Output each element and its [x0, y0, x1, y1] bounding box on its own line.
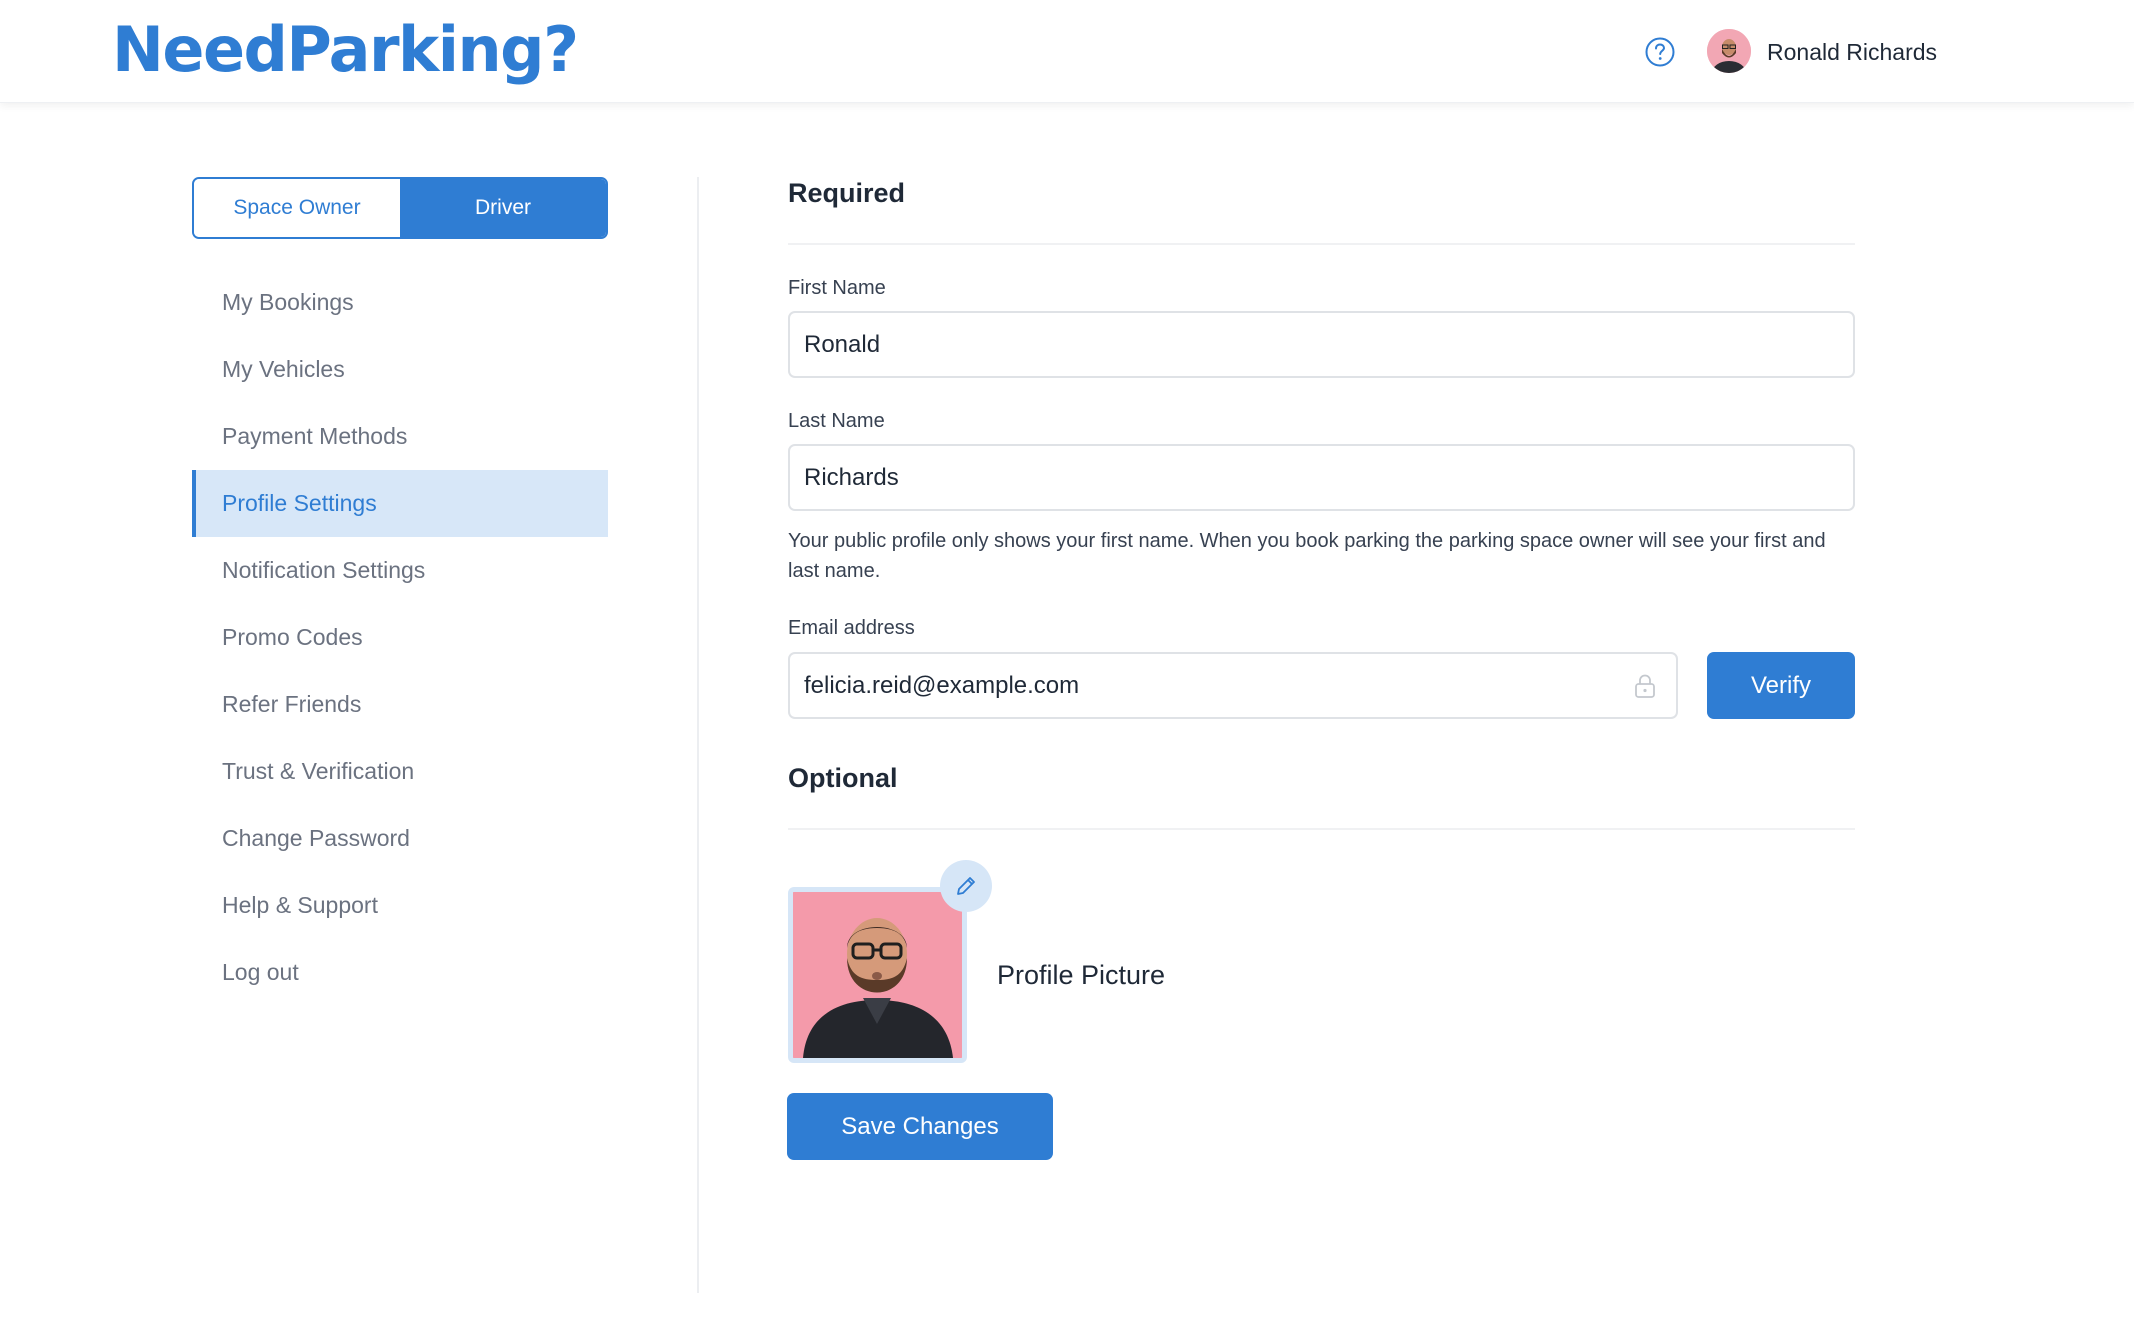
profile-picture[interactable] [788, 887, 967, 1063]
sidebar-item-my-bookings[interactable]: My Bookings [192, 269, 608, 336]
question-circle-icon[interactable] [1644, 36, 1676, 68]
last-name-field[interactable] [788, 444, 1855, 511]
sidebar-item-promo-codes[interactable]: Promo Codes [192, 604, 608, 671]
sidebar-item-my-vehicles[interactable]: My Vehicles [192, 336, 608, 403]
edit-profile-picture-button[interactable] [940, 860, 992, 912]
optional-section-divider [788, 828, 1855, 830]
lock-icon [1635, 674, 1655, 698]
sidebar-item-refer-friends[interactable]: Refer Friends [192, 671, 608, 738]
top-header: NeedParking? Ronald Richards [0, 0, 2134, 103]
first-name-label: First Name [788, 277, 886, 299]
required-section-title: Required [788, 178, 906, 208]
user-name[interactable]: Ronald Richards [1767, 37, 1937, 67]
user-avatar[interactable] [1707, 29, 1751, 73]
pencil-icon [957, 877, 975, 895]
name-privacy-help-text: Your public profile only shows your firs… [788, 530, 1826, 582]
required-section-divider [788, 243, 1855, 245]
profile-picture-label: Profile Picture [997, 960, 1166, 990]
role-toggle: Space Owner Driver [192, 177, 608, 239]
sidebar-menu: My Bookings My Vehicles Payment Methods … [192, 269, 608, 1006]
email-label: Email address [788, 617, 915, 639]
sidebar-item-payment-methods[interactable]: Payment Methods [192, 403, 608, 470]
sidebar-item-log-out[interactable]: Log out [192, 939, 608, 1006]
sidebar-divider [697, 177, 699, 1293]
role-driver-button[interactable]: Driver [400, 179, 606, 237]
first-name-field[interactable] [788, 311, 1855, 378]
sidebar-item-help-support[interactable]: Help & Support [192, 872, 608, 939]
sidebar-item-notification-settings[interactable]: Notification Settings [192, 537, 608, 604]
sidebar-item-profile-settings[interactable]: Profile Settings [192, 470, 608, 537]
sidebar-item-change-password[interactable]: Change Password [192, 805, 608, 872]
role-space-owner-button[interactable]: Space Owner [194, 179, 400, 237]
last-name-label: Last Name [788, 410, 885, 432]
save-changes-button[interactable]: Save Changes [787, 1093, 1053, 1160]
sidebar-item-trust-verification[interactable]: Trust & Verification [192, 738, 608, 805]
optional-section-title: Optional [788, 763, 898, 793]
verify-email-button[interactable]: Verify [1707, 652, 1855, 719]
app-logo[interactable]: NeedParking? [112, 12, 579, 88]
email-field[interactable] [788, 652, 1678, 719]
